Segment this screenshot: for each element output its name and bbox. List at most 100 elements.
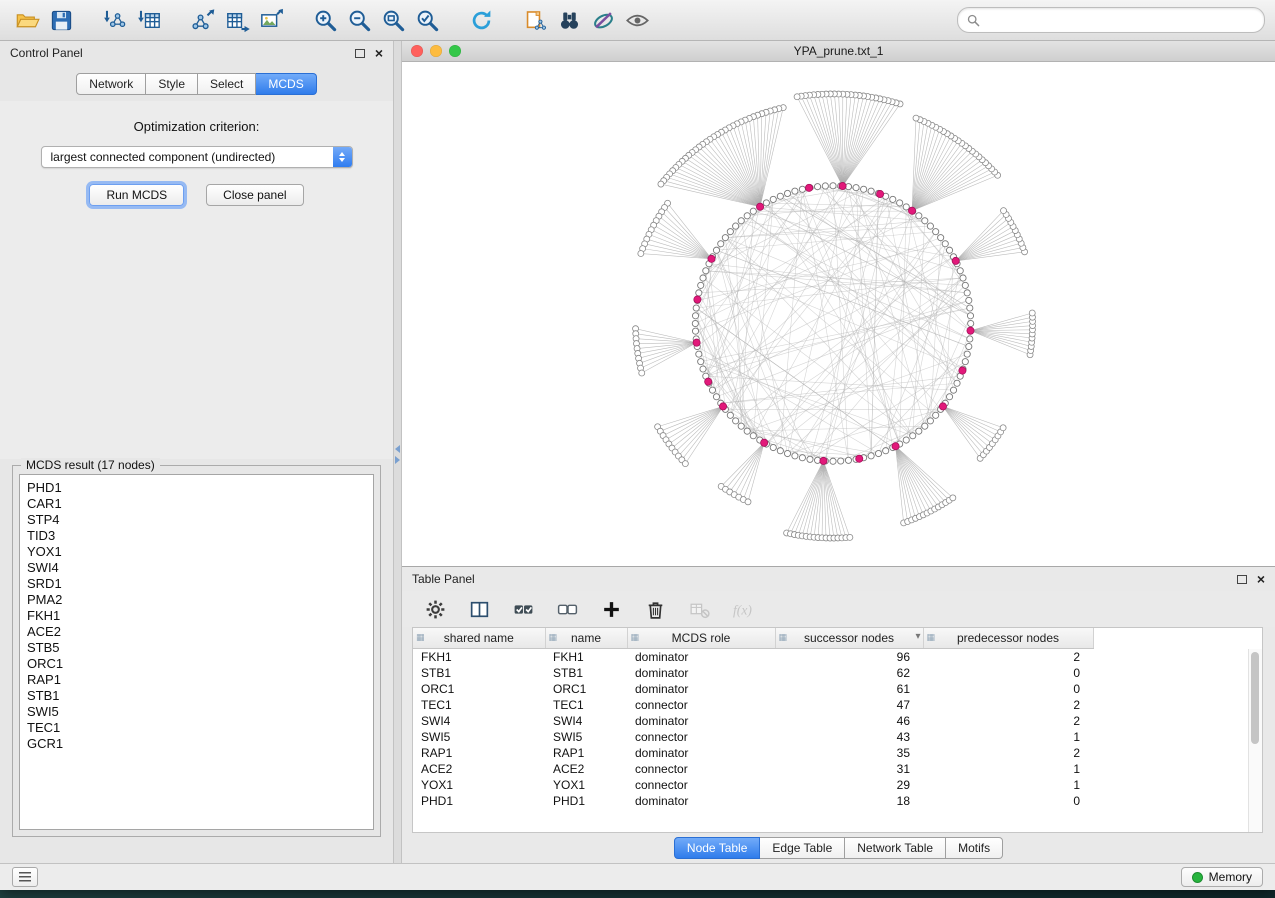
table-row[interactable]: TEC1TEC1connector472 (413, 697, 1093, 713)
expand-right-icon[interactable] (395, 456, 400, 464)
table-row[interactable]: RAP1RAP1dominator352 (413, 745, 1093, 761)
export-network-icon[interactable] (186, 5, 220, 35)
add-column-icon[interactable] (594, 594, 628, 624)
mcds-list-item[interactable]: GCR1 (27, 736, 366, 752)
mcds-list-item[interactable]: STB1 (27, 688, 366, 704)
search-neighbors-icon[interactable] (552, 5, 586, 35)
dropdown-stepper-icon[interactable] (333, 147, 352, 167)
table-row[interactable]: ACE2ACE2connector311 (413, 761, 1093, 777)
tab-node-table[interactable]: Node Table (674, 837, 761, 859)
export-image-icon[interactable] (254, 5, 288, 35)
column-header-name[interactable]: ▦name (545, 628, 627, 649)
mcds-list-item[interactable]: SWI4 (27, 560, 366, 576)
float-table-panel-icon[interactable] (1237, 575, 1247, 584)
zoom-window-button-icon[interactable] (449, 45, 461, 57)
tab-select[interactable]: Select (198, 73, 256, 95)
close-table-panel-icon[interactable]: × (1257, 573, 1265, 585)
search-icon (967, 14, 980, 27)
mcds-list-item[interactable]: PMA2 (27, 592, 366, 608)
column-header-shared-name[interactable]: ▦shared name (413, 628, 545, 649)
optimization-criterion-select[interactable]: largest connected component (undirected) (41, 146, 353, 168)
mcds-list-item[interactable]: YOX1 (27, 544, 366, 560)
table-panel-header: Table Panel × (402, 567, 1275, 591)
save-session-icon[interactable] (44, 5, 78, 35)
zoom-out-icon[interactable] (342, 5, 376, 35)
column-layout-icon[interactable] (462, 594, 496, 624)
settings-gear-icon[interactable] (418, 594, 452, 624)
mcds-list-item[interactable]: ACE2 (27, 624, 366, 640)
unselect-all-columns-icon[interactable] (550, 594, 584, 624)
control-panel-tabs: NetworkStyleSelectMCDS (0, 73, 393, 95)
table-row[interactable]: YOX1YOX1connector291 (413, 777, 1093, 793)
delete-column-icon[interactable] (638, 594, 672, 624)
list-icon (19, 872, 31, 882)
mcds-list-item[interactable]: TEC1 (27, 720, 366, 736)
column-header-predecessor-nodes[interactable]: ▦predecessor nodes (923, 628, 1093, 649)
close-window-button-icon[interactable] (411, 45, 423, 57)
mcds-list-item[interactable]: TID3 (27, 528, 366, 544)
tab-network-table[interactable]: Network Table (845, 837, 946, 859)
mcds-list-item[interactable]: STB5 (27, 640, 366, 656)
collapse-left-icon[interactable] (395, 445, 400, 453)
column-header-successor-nodes[interactable]: ▦successor nodes▾ (775, 628, 923, 649)
table-row[interactable]: FKH1FKH1dominator962 (413, 649, 1093, 666)
mcds-node-list[interactable]: PHD1CAR1STP4TID3YOX1SWI4SRD1PMA2FKH1ACE2… (19, 474, 374, 830)
table-row[interactable]: PHD1PHD1dominator180 (413, 793, 1093, 809)
import-network-icon[interactable] (98, 5, 132, 35)
task-history-button[interactable] (12, 867, 38, 887)
memory-label: Memory (1209, 870, 1252, 884)
network-window-titlebar[interactable]: YPA_prune.txt_1 (402, 41, 1275, 62)
right-column: YPA_prune.txt_1 Table Panel × f(x) (402, 41, 1275, 863)
control-panel-header: Control Panel × (0, 41, 393, 65)
table-row[interactable]: SWI4SWI4dominator462 (413, 713, 1093, 729)
memory-button[interactable]: Memory (1181, 867, 1263, 887)
close-panel-icon[interactable]: × (375, 47, 383, 59)
table-row[interactable]: SWI5SWI5connector431 (413, 729, 1093, 745)
run-mcds-button[interactable]: Run MCDS (89, 184, 184, 206)
zoom-selected-icon[interactable] (410, 5, 444, 35)
mcds-list-item[interactable]: STP4 (27, 512, 366, 528)
mcds-list-item[interactable]: SWI5 (27, 704, 366, 720)
minimize-window-button-icon[interactable] (430, 45, 442, 57)
table-row[interactable]: ORC1ORC1dominator610 (413, 681, 1093, 697)
splitter-collapse-icons[interactable] (394, 445, 401, 464)
mcds-list-item[interactable]: CAR1 (27, 496, 366, 512)
zoom-in-icon[interactable] (308, 5, 342, 35)
memory-status-icon (1192, 872, 1203, 883)
mcds-list-item[interactable]: RAP1 (27, 672, 366, 688)
mcds-list-item[interactable]: PHD1 (27, 480, 366, 496)
table-row[interactable]: STB1STB1dominator620 (413, 665, 1093, 681)
table-body: FKH1FKH1dominator962STB1STB1dominator620… (413, 649, 1093, 810)
mcds-list-item[interactable]: SRD1 (27, 576, 366, 592)
network-canvas[interactable] (402, 62, 1275, 566)
table-scrollbar[interactable] (1248, 649, 1262, 832)
open-file-icon[interactable] (10, 5, 44, 35)
refresh-network-icon[interactable] (464, 5, 498, 35)
table-column-icon: ▦ (549, 632, 558, 643)
show-graphics-details-icon[interactable] (620, 5, 654, 35)
tab-network[interactable]: Network (76, 73, 146, 95)
export-table-icon[interactable] (220, 5, 254, 35)
tab-style[interactable]: Style (146, 73, 198, 95)
scrollbar-thumb[interactable] (1251, 652, 1259, 744)
node-table: ▦shared name▦name▦MCDS role▦successor no… (412, 627, 1263, 833)
annotation-mode-icon[interactable] (586, 5, 620, 35)
svg-text:f(x): f(x) (733, 602, 752, 618)
vertical-splitter[interactable] (394, 41, 402, 863)
search-box[interactable] (957, 7, 1265, 33)
clone-network-icon[interactable] (518, 5, 552, 35)
float-panel-icon[interactable] (355, 49, 365, 58)
zoom-fit-icon[interactable] (376, 5, 410, 35)
tab-mcds[interactable]: MCDS (256, 73, 316, 95)
select-all-columns-icon[interactable] (506, 594, 540, 624)
tab-edge-table[interactable]: Edge Table (760, 837, 845, 859)
mcds-list-item[interactable]: FKH1 (27, 608, 366, 624)
tab-motifs[interactable]: Motifs (946, 837, 1003, 859)
column-header-mcds-role[interactable]: ▦MCDS role (627, 628, 775, 649)
import-table-icon[interactable] (132, 5, 166, 35)
column-menu-icon[interactable]: ▾ (915, 631, 920, 642)
close-panel-button[interactable]: Close panel (206, 184, 303, 206)
search-input[interactable] (986, 12, 1255, 28)
mcds-list-item[interactable]: ORC1 (27, 656, 366, 672)
clear-values-icon (682, 594, 716, 624)
